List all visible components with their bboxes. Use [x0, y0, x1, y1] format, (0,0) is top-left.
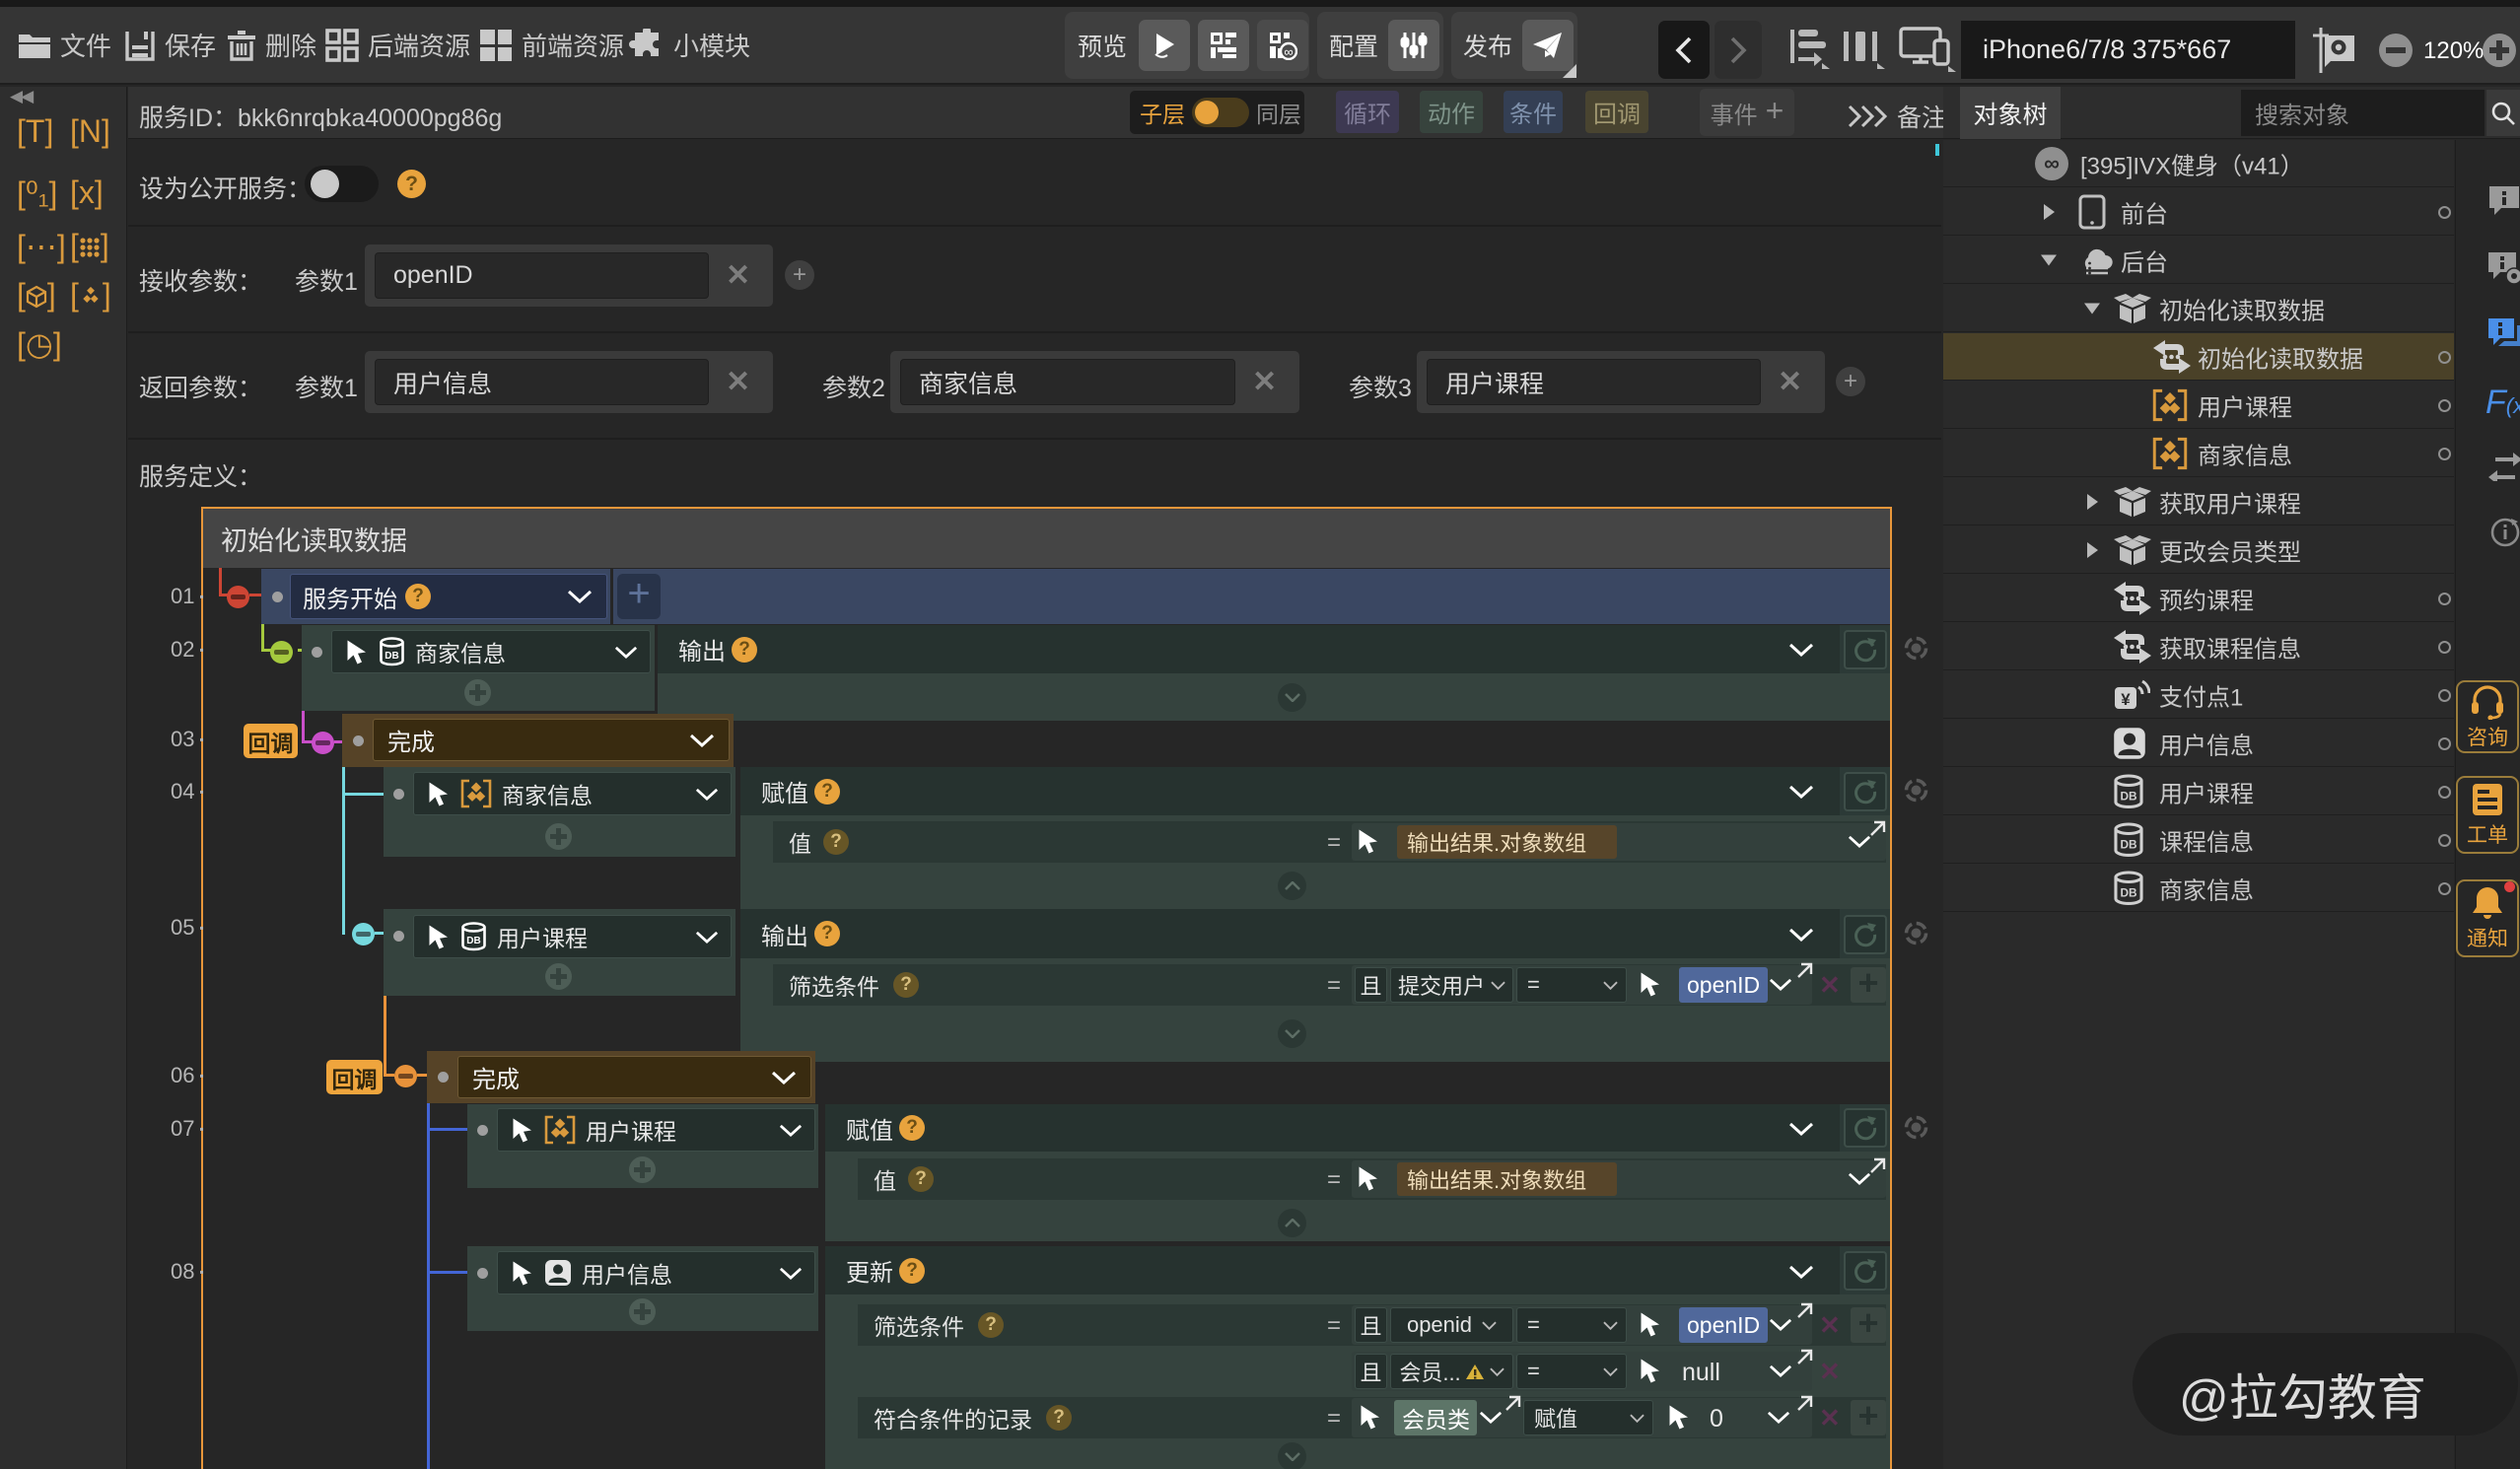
svg-text:DB: DB	[466, 936, 480, 946]
svg-text:DB: DB	[2120, 789, 2137, 803]
svg-text:∞: ∞	[2044, 151, 2060, 175]
svg-text:DB: DB	[385, 651, 398, 662]
svg-text:∞: ∞	[1284, 44, 1293, 59]
svg-text:DB: DB	[2120, 885, 2137, 899]
svg-text:DB: DB	[2120, 837, 2137, 851]
svg-text:¥: ¥	[2121, 690, 2131, 709]
